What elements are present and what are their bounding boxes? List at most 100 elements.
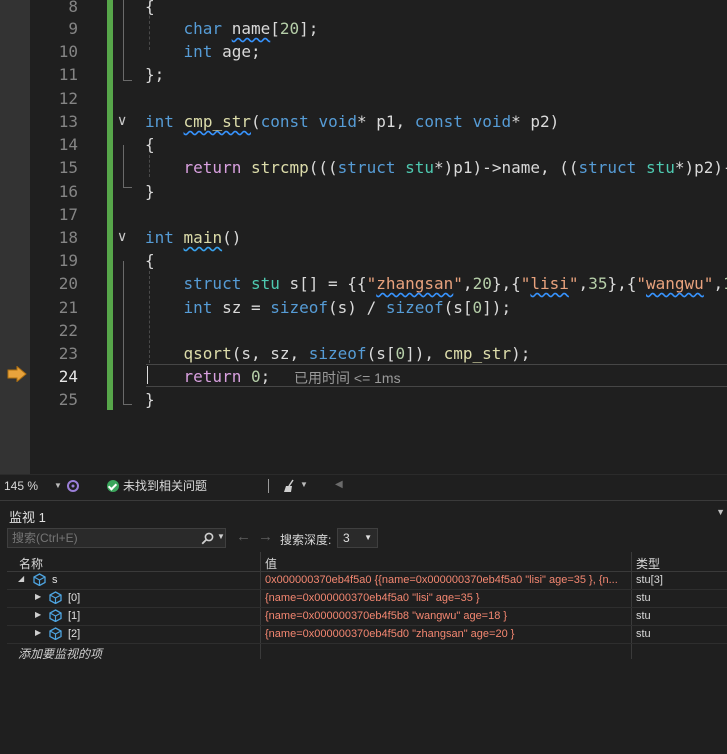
add-watch-item-row[interactable]: 添加要监视的项: [7, 644, 727, 661]
code-line[interactable]: 9 char name[20];: [0, 17, 727, 40]
grid-header: 名称 值 类型: [7, 552, 727, 572]
fold-chevron-icon[interactable]: ∨: [117, 226, 127, 249]
watch-toolbar: ▼ ← → 搜索深度: 3 ▼: [0, 526, 727, 552]
code-line[interactable]: 14 {: [0, 133, 727, 156]
line-number: 8: [68, 0, 78, 16]
code-line[interactable]: 8 {: [0, 0, 727, 18]
type-cell: stu: [636, 592, 651, 604]
watch-row[interactable]: ▶ [1] {name=0x000000370eb4f5b8 "wangwu" …: [7, 608, 727, 626]
watch-window-title[interactable]: 监视 1: [9, 507, 46, 526]
line-number: 20: [58, 274, 78, 293]
code-line[interactable]: 15 return strcmp(((struct stu*)p1)->name…: [0, 156, 727, 179]
code-text: {: [145, 0, 155, 16]
text-caret: [147, 366, 148, 384]
line-number: 9: [68, 19, 78, 38]
code-cleanup-broom-icon[interactable]: [283, 479, 297, 493]
code-text: int sz = sizeof(s) / sizeof(s[0]);: [183, 298, 512, 317]
expand-triangle-icon[interactable]: ▶: [35, 610, 41, 619]
chevron-down-icon: ▼: [364, 533, 372, 542]
code-text: return 0;: [183, 367, 290, 386]
value-cell[interactable]: {name=0x000000370eb4f5d0 "zhangsan" age=…: [265, 628, 631, 640]
code-line-current[interactable]: 24 return 0; 已用时间 <= 1ms: [0, 365, 727, 388]
expand-triangle-icon[interactable]: ▶: [35, 628, 41, 637]
code-editor[interactable]: 8 { 9 char name[20]; 10 int age; 11 }; 1…: [0, 0, 727, 474]
search-depth-dropdown[interactable]: 3 ▼: [337, 528, 378, 548]
watch-row[interactable]: ▶ [2] {name=0x000000370eb4f5d0 "zhangsan…: [7, 626, 727, 644]
watch-row[interactable]: ◢ s 0x000000370eb4f5a0 {{name=0x00000037…: [7, 572, 727, 590]
search-previous-arrow-icon[interactable]: ←: [236, 528, 251, 545]
code-line[interactable]: 11 };: [0, 63, 727, 86]
name-cell: ▶ [2]: [7, 626, 260, 643]
code-line[interactable]: 23 qsort(s, sz, sizeof(s[0]), cmp_str);: [0, 342, 727, 365]
chevron-down-icon: ▼: [54, 481, 62, 490]
code-text: }: [145, 182, 155, 201]
watch-row[interactable]: ▶ [0] {name=0x000000370eb4f5a0 "lisi" ag…: [7, 590, 727, 608]
name-cell: ◢ s: [7, 572, 260, 589]
expand-triangle-icon[interactable]: ▶: [35, 592, 41, 601]
zoom-level: 145 %: [4, 479, 39, 493]
add-watch-item-text: 添加要监视的项: [18, 647, 103, 661]
search-next-arrow-icon[interactable]: →: [258, 528, 273, 545]
check-circle-icon: [107, 480, 119, 492]
line-number: 18: [58, 228, 78, 247]
code-line[interactable]: 20 struct stu s[] = {{"zhangsan",20},{"l…: [0, 272, 727, 295]
column-header-value[interactable]: 值: [265, 555, 277, 572]
scroll-left-icon[interactable]: ◀: [335, 479, 343, 490]
code-text: return strcmp(((struct stu*)p1)->name, (…: [183, 158, 727, 177]
perf-tip-elapsed-time[interactable]: 已用时间 <= 1ms: [294, 368, 401, 388]
editor-status-strip: 145 % ▼ 未找到相关问题 ▼ ◀: [0, 474, 727, 497]
search-input[interactable]: [7, 528, 226, 548]
collapse-triangle-icon[interactable]: ◢: [18, 574, 24, 583]
line-number: 23: [58, 344, 78, 363]
code-line[interactable]: 21 int sz = sizeof(s) / sizeof(s[0]);: [0, 296, 727, 319]
line-number: 11: [58, 65, 78, 84]
code-text: char name[20];: [183, 19, 319, 38]
line-number: 19: [58, 251, 78, 270]
type-cell: stu: [636, 610, 651, 622]
line-number: 10: [58, 42, 78, 61]
code-text: int cmp_str(const void* p1, const void* …: [145, 112, 560, 131]
panel-menu-chevron-icon[interactable]: ▼: [716, 507, 725, 517]
copilot-icon[interactable]: [66, 479, 80, 493]
line-number: 15: [58, 158, 78, 177]
issues-indicator[interactable]: 未找到相关问题: [107, 478, 207, 494]
code-line[interactable]: 12: [0, 87, 727, 110]
code-line[interactable]: 17: [0, 203, 727, 226]
issues-text: 未找到相关问题: [123, 479, 208, 493]
search-depth-value: 3: [343, 531, 350, 545]
code-line[interactable]: 19 {: [0, 249, 727, 272]
code-text: }: [145, 390, 155, 409]
code-line[interactable]: 10 int age;: [0, 40, 727, 63]
code-line[interactable]: 16 }: [0, 180, 727, 203]
column-header-type[interactable]: 类型: [636, 555, 660, 572]
zoom-dropdown[interactable]: 145 % ▼: [4, 478, 62, 494]
column-header-name[interactable]: 名称: [19, 555, 43, 572]
code-line[interactable]: 22: [0, 319, 727, 342]
variable-cube-icon: [49, 609, 62, 622]
chevron-down-icon: ▼: [217, 532, 225, 541]
value-cell[interactable]: 0x000000370eb4f5a0 {{name=0x000000370eb4…: [265, 574, 631, 586]
variable-name: s: [52, 574, 58, 586]
code-line[interactable]: 25 }: [0, 388, 727, 411]
line-number: 22: [58, 321, 78, 340]
variable-cube-icon: [49, 627, 62, 640]
value-cell[interactable]: {name=0x000000370eb4f5b8 "wangwu" age=18…: [265, 610, 631, 622]
variable-name: [1]: [68, 610, 81, 622]
type-cell: stu: [636, 628, 651, 640]
variable-cube-icon: [49, 591, 62, 604]
search-depth-label: 搜索深度:: [280, 533, 332, 547]
line-number: 25: [58, 390, 78, 409]
code-text: {: [145, 251, 155, 270]
line-number: 21: [58, 298, 78, 317]
code-text: struct stu s[] = {{"zhangsan",20},{"lisi…: [183, 274, 727, 293]
code-line[interactable]: 18 ∨ int main(): [0, 226, 727, 249]
code-line[interactable]: 13 ∨ int cmp_str(const void* p1, const v…: [0, 110, 727, 133]
fold-chevron-icon[interactable]: ∨: [117, 110, 127, 133]
chevron-down-icon[interactable]: ▼: [300, 480, 308, 489]
value-cell[interactable]: {name=0x000000370eb4f5a0 "lisi" age=35 }: [265, 592, 631, 604]
line-number: 16: [58, 182, 78, 201]
code-text: qsort(s, sz, sizeof(s[0]), cmp_str);: [183, 344, 531, 363]
search-icon: [201, 532, 214, 545]
search-options-button[interactable]: ▼: [198, 529, 226, 547]
line-number: 12: [58, 89, 78, 108]
